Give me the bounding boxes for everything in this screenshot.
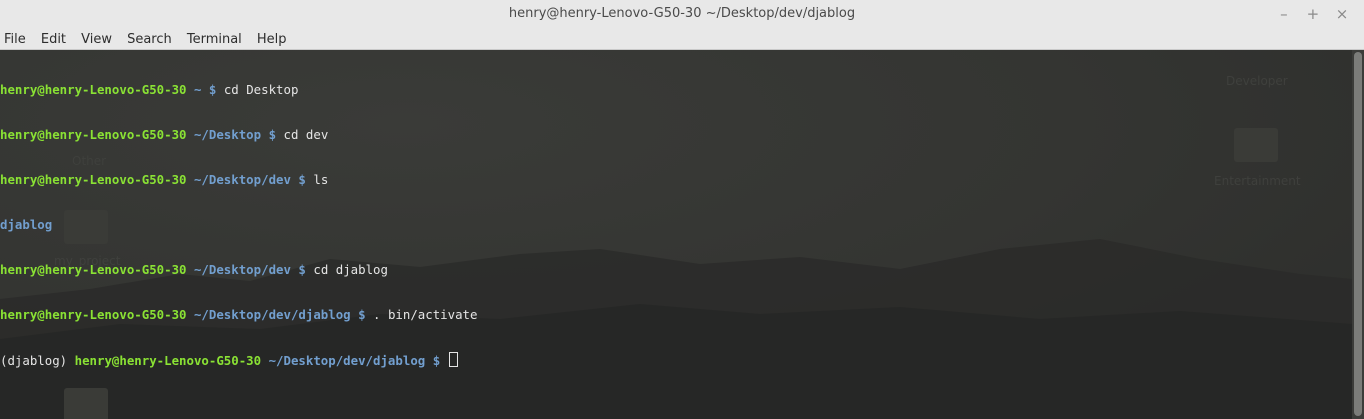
maximize-button[interactable]: + [1301, 3, 1325, 25]
prompt-path: ~/Desktop/dev [193, 262, 291, 277]
terminal-line: henry@henry-Lenovo-G50-30 ~ $ cd Desktop [0, 82, 477, 97]
prompt-symbol: $ [208, 82, 217, 97]
menu-edit[interactable]: Edit [36, 30, 71, 51]
window-controls: – + × [1272, 3, 1354, 25]
prompt-path: ~/Desktop [193, 127, 262, 142]
prompt-path: ~/Desktop/dev/djablog [268, 353, 426, 368]
scrollbar-thumb[interactable] [1354, 52, 1362, 416]
close-button[interactable]: × [1330, 3, 1354, 25]
title-bar[interactable]: henry@henry-Lenovo-G50-30 ~/Desktop/dev/… [0, 0, 1364, 29]
minimize-button[interactable]: – [1272, 3, 1296, 25]
menu-file[interactable]: File [0, 30, 31, 51]
command-text: cd Desktop [223, 82, 299, 97]
terminal-line: (djablog) henry@henry-Lenovo-G50-30 ~/De… [0, 352, 477, 368]
terminal-area[interactable]: Developer Entertainment Other my_project… [0, 50, 1352, 419]
prompt-user: henry@henry-Lenovo-G50-30 [0, 262, 187, 277]
vertical-scrollbar[interactable] [1352, 50, 1364, 419]
command-text: . bin/activate [373, 307, 478, 322]
prompt-symbol: $ [432, 353, 441, 368]
terminal-line: henry@henry-Lenovo-G50-30 ~/Desktop $ cd… [0, 127, 477, 142]
prompt-user: henry@henry-Lenovo-G50-30 [0, 127, 187, 142]
terminal-line: henry@henry-Lenovo-G50-30 ~/Desktop/dev … [0, 262, 477, 277]
prompt-user: henry@henry-Lenovo-G50-30 [0, 307, 187, 322]
command-text: cd djablog [313, 262, 388, 277]
prompt-path: ~/Desktop/dev/djablog [193, 307, 351, 322]
prompt-user: henry@henry-Lenovo-G50-30 [74, 353, 262, 368]
command-text: ls [313, 172, 329, 187]
prompt-user: henry@henry-Lenovo-G50-30 [0, 82, 187, 97]
menu-terminal[interactable]: Terminal [182, 30, 247, 51]
terminal-line: djablog [0, 217, 477, 232]
terminal-line: henry@henry-Lenovo-G50-30 ~/Desktop/dev/… [0, 307, 477, 322]
menu-help[interactable]: Help [252, 30, 292, 51]
terminal-window: henry@henry-Lenovo-G50-30 ~/Desktop/dev/… [0, 0, 1364, 419]
terminal-line: henry@henry-Lenovo-G50-30 ~/Desktop/dev … [0, 172, 477, 187]
window-title: henry@henry-Lenovo-G50-30 ~/Desktop/dev/… [508, 6, 856, 21]
menu-view[interactable]: View [76, 30, 117, 51]
menu-bar: File Edit View Search Terminal Help [0, 28, 1364, 50]
ls-output-directory: djablog [0, 217, 53, 232]
virtualenv-indicator: (djablog) [0, 353, 68, 368]
terminal-output: henry@henry-Lenovo-G50-30 ~ $ cd Desktop… [0, 52, 477, 397]
desktop-label-entertainment: Entertainment [1214, 174, 1301, 188]
prompt-symbol: $ [298, 262, 306, 277]
prompt-path: ~ [193, 82, 202, 97]
folder-icon [1234, 128, 1278, 162]
prompt-symbol: $ [298, 172, 306, 187]
prompt-symbol: $ [358, 307, 366, 322]
text-cursor[interactable] [448, 352, 458, 367]
prompt-symbol: $ [268, 127, 277, 142]
prompt-user: henry@henry-Lenovo-G50-30 [0, 172, 187, 187]
prompt-path: ~/Desktop/dev [193, 172, 291, 187]
command-text: cd dev [283, 127, 329, 142]
desktop-label-developer: Developer [1226, 74, 1288, 88]
menu-search[interactable]: Search [122, 30, 177, 51]
